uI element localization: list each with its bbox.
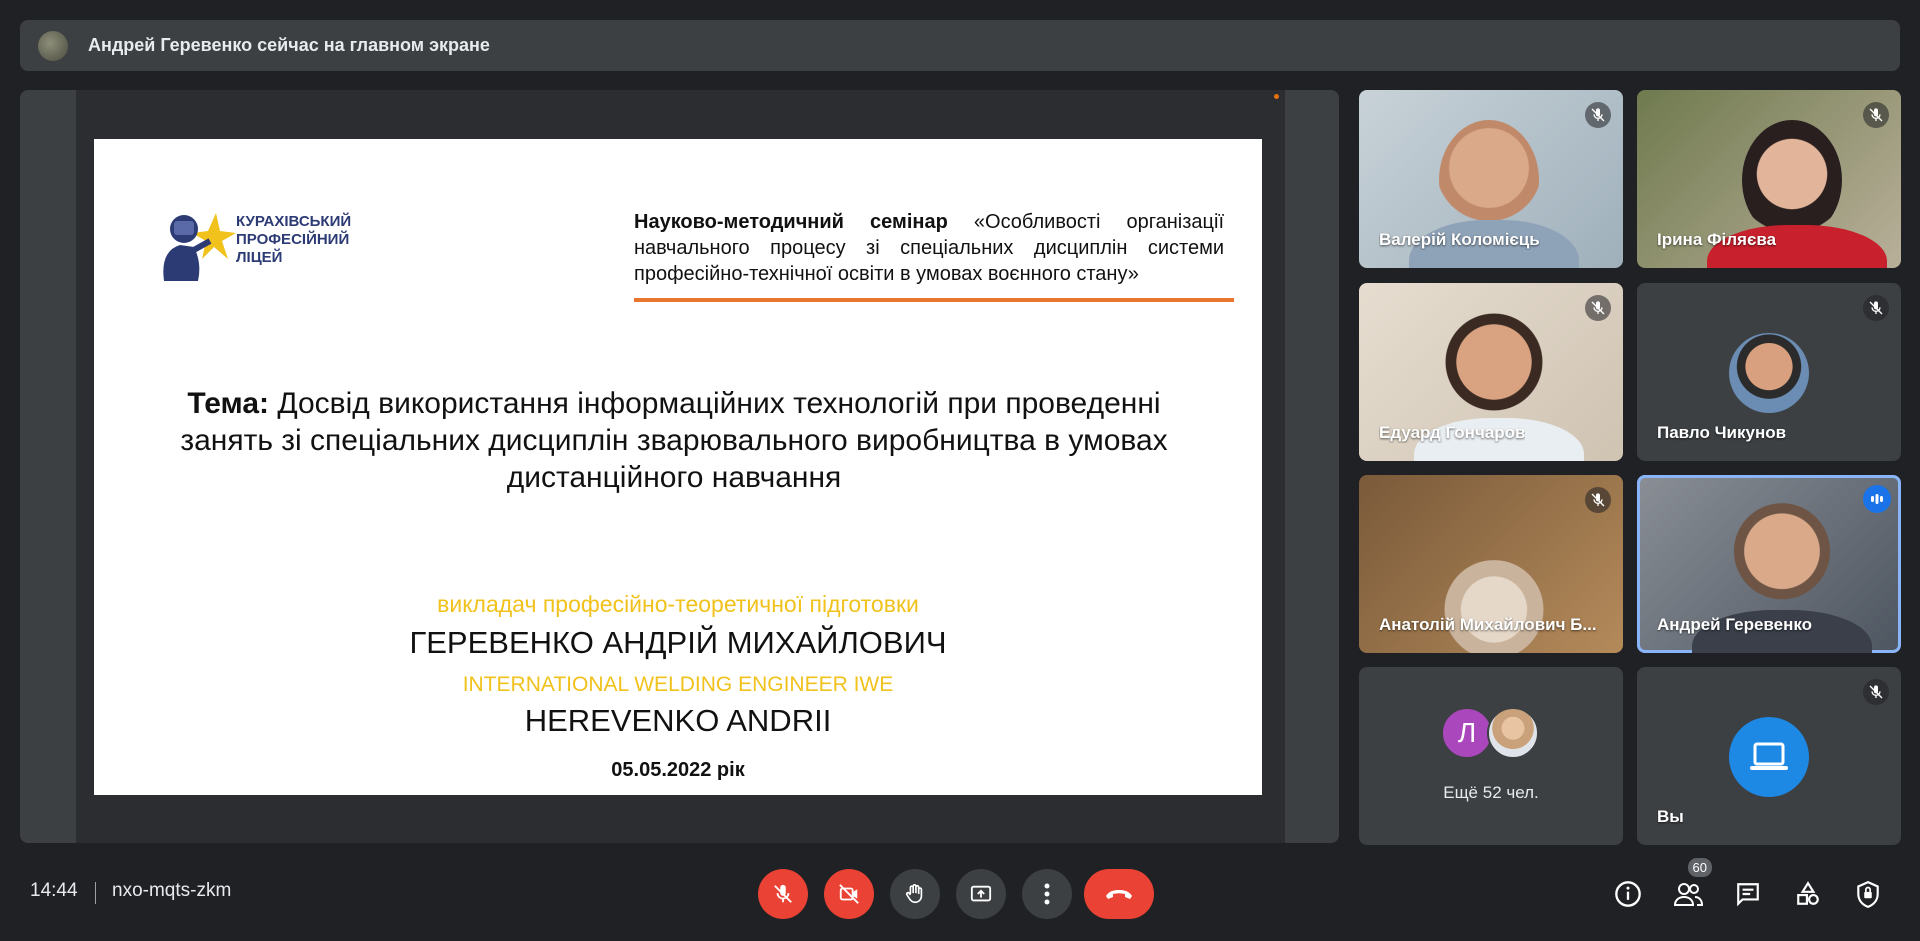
participant-initial-avatar: Л xyxy=(1441,707,1493,759)
end-call-icon xyxy=(1106,890,1132,899)
more-options-button[interactable] xyxy=(1022,869,1072,919)
participant-video xyxy=(1444,308,1544,428)
activities-icon xyxy=(1797,881,1819,905)
camera-toggle-button[interactable] xyxy=(824,869,874,919)
meeting-time: 14:44 xyxy=(30,880,78,901)
laptop-icon xyxy=(1729,717,1809,797)
self-tile[interactable]: Вы xyxy=(1637,667,1901,845)
lyceum-name: КУРАХІВСЬКИЙ ПРОФЕСІЙНИЙ ЛІЦЕЙ xyxy=(236,213,351,267)
welder-logo-icon xyxy=(163,213,236,281)
mic-off-icon xyxy=(774,884,792,903)
meeting-details-button[interactable] xyxy=(1606,872,1650,916)
meeting-code: nxo-mqts-zkm xyxy=(112,880,232,901)
participant-name: Андрей Геревенко xyxy=(1657,615,1813,634)
mic-toggle-button[interactable] xyxy=(758,869,808,919)
presenter-role-ua: викладач професійно-теоретичної підготов… xyxy=(437,591,919,617)
mic-off-icon xyxy=(1585,295,1611,321)
participant-name: Валерій Коломієць xyxy=(1379,230,1540,249)
participants-count-badge: 60 xyxy=(1687,858,1712,877)
speaking-indicator-icon xyxy=(1863,485,1891,513)
presenter-role-en: INTERNATIONAL WELDING ENGINEER IWE xyxy=(462,673,894,696)
presentation-slide: КУРАХІВСЬКИЙ ПРОФЕСІЙНИЙ ЛІЦЕЙ Науково-м… xyxy=(94,139,1262,795)
participant-avatar xyxy=(1729,333,1809,413)
divider xyxy=(95,882,96,904)
participant-tile-active-speaker[interactable]: Андрей Геревенко xyxy=(1637,475,1901,653)
lyceum-name-line: КУРАХІВСЬКИЙ xyxy=(236,213,352,230)
leave-call-button[interactable] xyxy=(1084,869,1154,919)
participant-tile[interactable]: Ірина Філяєва xyxy=(1637,90,1901,268)
topic-text: Досвід використання інформаційних технол… xyxy=(180,387,1168,494)
control-bar: 14:44 nxo-mqts-zkm 60 xyxy=(0,858,1920,941)
participant-video xyxy=(1742,120,1842,240)
topic-label: Тема: xyxy=(187,387,269,420)
slide-date: 05.05.2022 рік xyxy=(611,759,745,781)
presenter-name-ua: ГЕРЕВЕНКО АНДРІЙ МИХАЙЛОВИЧ xyxy=(409,625,947,660)
participant-tile[interactable]: Валерій Коломієць xyxy=(1359,90,1623,268)
participant-video xyxy=(1732,495,1832,620)
lyceum-logo: КУРАХІВСЬКИЙ ПРОФЕСІЙНИЙ ЛІЦЕЙ xyxy=(146,203,376,283)
host-controls-button[interactable] xyxy=(1846,872,1890,916)
participant-tile[interactable]: Едуард Гончаров xyxy=(1359,283,1623,461)
presenter-avatar xyxy=(38,30,68,61)
hand-icon xyxy=(905,884,923,904)
mic-off-icon xyxy=(1863,679,1889,705)
mic-off-icon xyxy=(1863,102,1889,128)
lyceum-name-line: ПРОФЕСІЙНИЙ xyxy=(236,231,350,248)
participant-tile[interactable]: Анатолій Михайлович Б... xyxy=(1359,475,1623,653)
participant-name: Павло Чикунов xyxy=(1657,423,1787,442)
people-icon xyxy=(1673,883,1703,906)
participant-tile[interactable]: Павло Чикунов xyxy=(1637,283,1901,461)
present-icon xyxy=(970,885,992,902)
camera-off-icon xyxy=(839,884,859,904)
participant-avatar xyxy=(1487,707,1539,759)
presenter-name-en: HEREVENKO ANDRII xyxy=(524,703,832,738)
chat-button[interactable] xyxy=(1726,872,1770,916)
mic-off-icon xyxy=(1863,295,1889,321)
mic-off-icon xyxy=(1585,487,1611,513)
slide-divider xyxy=(634,298,1234,302)
more-participants-label: Ещё 52 чел. xyxy=(1443,783,1539,802)
people-button[interactable]: 60 xyxy=(1666,858,1712,916)
presenting-banner: Андрей Геревенко сейчас на главном экран… xyxy=(20,20,1900,71)
activities-button[interactable] xyxy=(1786,872,1830,916)
participant-name: Ірина Філяєва xyxy=(1657,230,1777,249)
presenting-banner-text: Андрей Геревенко сейчас на главном экран… xyxy=(88,35,490,55)
slide-topic: Тема: Досвід використання інформаційних … xyxy=(154,385,1194,496)
more-participants-tile[interactable]: Л Ещё 52 чел. xyxy=(1359,667,1623,845)
more-vert-icon xyxy=(1044,883,1050,905)
seminar-label: Науково-методичний семінар xyxy=(634,211,948,233)
raise-hand-button[interactable] xyxy=(890,869,940,919)
seminar-title: Науково-методичний семінар «Особливості … xyxy=(634,209,1224,287)
lyceum-name-line: ЛІЦЕЙ xyxy=(236,249,283,266)
more-participants-avatars: Л xyxy=(1441,707,1539,759)
participant-name: Вы xyxy=(1657,807,1684,826)
shield-lock-icon xyxy=(1857,880,1879,908)
info-icon xyxy=(1615,881,1641,907)
mic-off-icon xyxy=(1585,102,1611,128)
chat-icon xyxy=(1737,883,1759,907)
present-screen-button[interactable] xyxy=(956,869,1006,919)
participant-name: Едуард Гончаров xyxy=(1379,423,1526,442)
participant-video xyxy=(1439,560,1549,653)
recording-indicator-dot xyxy=(1274,94,1279,99)
participant-name: Анатолій Михайлович Б... xyxy=(1379,615,1597,634)
